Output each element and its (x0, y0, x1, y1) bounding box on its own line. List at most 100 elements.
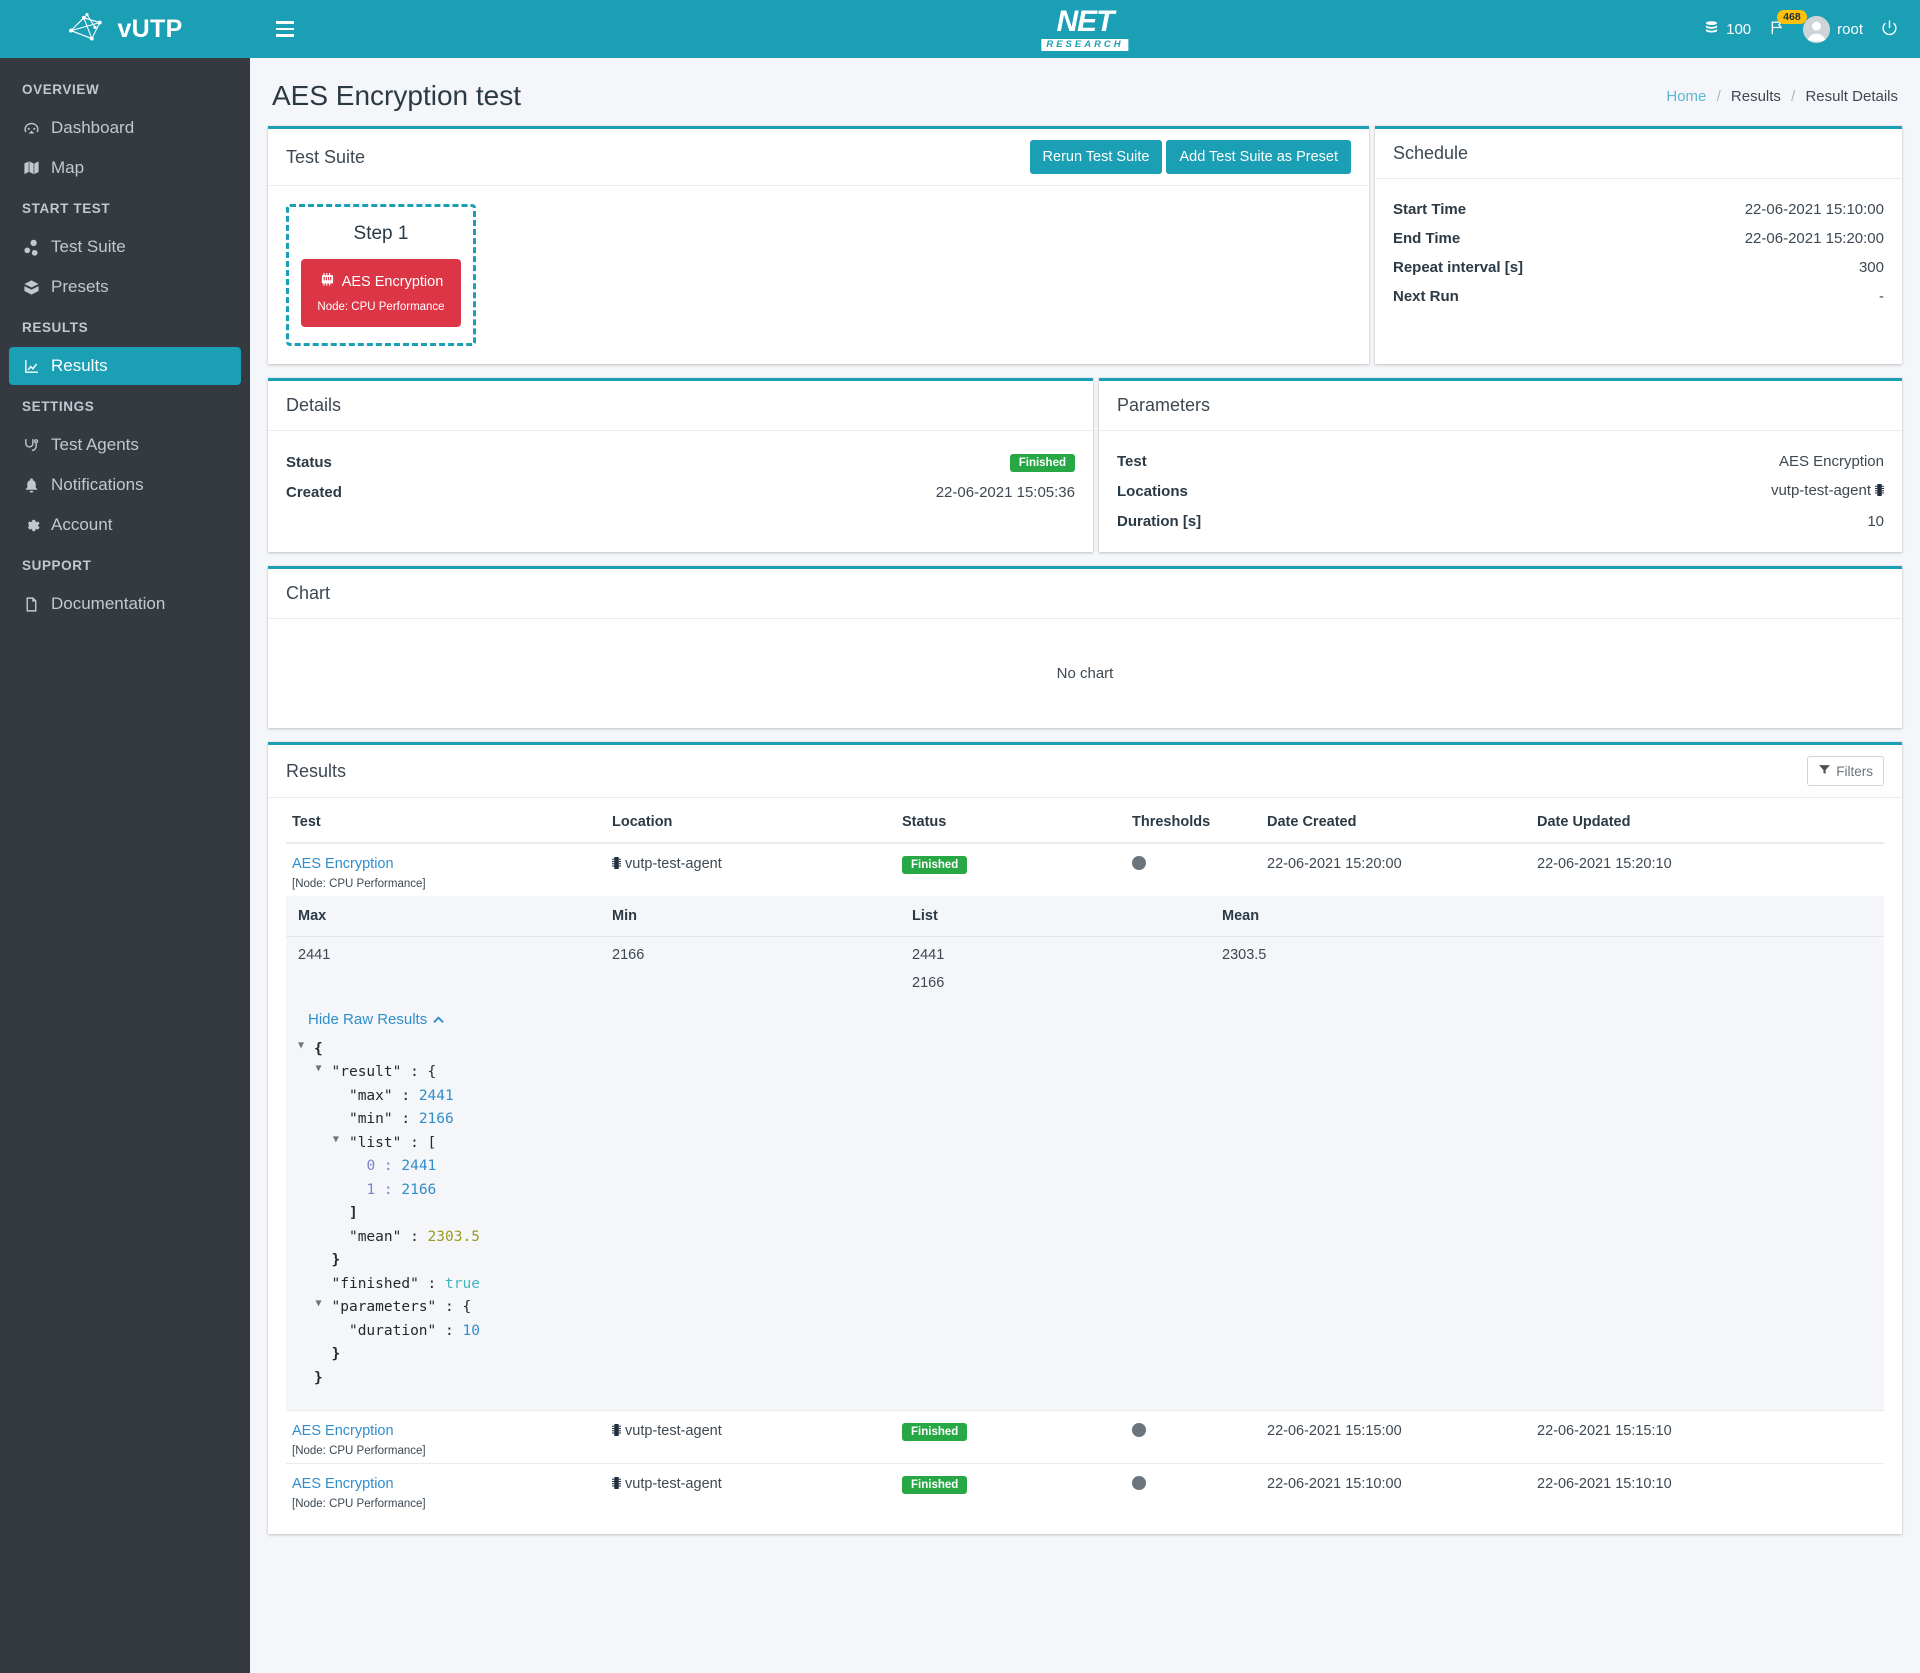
row-value: - (1879, 288, 1884, 305)
hamburger-icon[interactable] (272, 17, 298, 41)
json-line: ▼ "parameters" : { (298, 1296, 1872, 1319)
flags-indicator[interactable]: 468 (1769, 9, 1807, 40)
json-token: "result" : { (331, 1064, 437, 1081)
json-value: 10 (462, 1322, 480, 1339)
table-row[interactable]: AES Encryption [Node: CPU Performance] v… (286, 1463, 1884, 1517)
json-value: 2166 (401, 1181, 437, 1198)
json-token: } (331, 1346, 341, 1363)
details-row-created: Created 22-06-2021 15:05:36 (286, 478, 1075, 507)
metrics-table: Max Min List Mean 2441 2166 2441 2166 23… (286, 896, 1884, 1411)
row-key: Test (1117, 453, 1147, 470)
json-line: "finished" : true (298, 1273, 1872, 1296)
row-key: Repeat interval [s] (1393, 259, 1524, 276)
results-card: Results Filters Test Location Status Thr… (268, 742, 1902, 1535)
user-menu[interactable]: root (1803, 15, 1863, 43)
result-test-link[interactable]: AES Encryption (292, 1423, 600, 1439)
sidebar-item-label: Dashboard (51, 118, 135, 137)
rerun-test-suite-button[interactable]: Rerun Test Suite (1029, 140, 1163, 174)
triangle-down-icon[interactable]: ▼ (298, 1038, 310, 1054)
hide-raw-results-toggle[interactable]: Hide Raw Results (298, 1001, 444, 1034)
metrics-table-body: 2441 2166 2441 2166 2303.5 Hide Raw Resu… (286, 937, 1884, 1411)
main-area: NET RESEARCH 100 468 root AES Encryption… (250, 0, 1920, 1673)
status-badge: Finished (1009, 454, 1075, 472)
cell-test: AES Encryption [Node: CPU Performance] (286, 843, 606, 896)
memory-chip-icon (612, 1476, 621, 1494)
json-value: 2303.5 (427, 1228, 480, 1245)
credits-count: 100 (1726, 20, 1752, 38)
cell-status: Finished (896, 843, 1126, 896)
result-test-link[interactable]: AES Encryption (292, 856, 600, 872)
json-token: } (314, 1369, 323, 1386)
json-token: ] (348, 1205, 358, 1222)
sidebar-item-account[interactable]: Account (9, 506, 241, 544)
table-row[interactable]: AES Encryption [Node: CPU Performance] v… (286, 1410, 1884, 1464)
cell-thresholds (1126, 1410, 1261, 1464)
row-value: 22-06-2021 15:05:36 (935, 484, 1075, 501)
json-value: true (445, 1275, 480, 1292)
sidebar-item-test-suite[interactable]: Test Suite (9, 228, 241, 266)
parameters-row-locations: Locations vutp-test-agent (1117, 476, 1884, 507)
sidebar-nav: OVERVIEW Dashboard Map START TEST Test S… (0, 58, 250, 623)
col-list: List (906, 896, 1216, 937)
results-actions: Filters (1807, 756, 1884, 786)
breadcrumb-home[interactable]: Home (1666, 88, 1706, 105)
sidebar-item-notifications[interactable]: Notifications (9, 466, 241, 504)
triangle-down-icon[interactable]: ▼ (315, 1061, 327, 1077)
schedule-card-header: Schedule (1375, 129, 1902, 179)
json-indent-spacer (298, 1367, 310, 1383)
metrics-table-head: Max Min List Mean (286, 896, 1884, 937)
result-test-link[interactable]: AES Encryption (292, 1476, 600, 1492)
json-value: 2441 (418, 1087, 454, 1104)
filters-button[interactable]: Filters (1807, 756, 1884, 786)
sidebar-item-presets[interactable]: Presets (9, 268, 241, 306)
location-label: vutp-test-agent (625, 1423, 722, 1440)
sidebar-header-settings: SETTINGS (22, 399, 95, 414)
document-icon (21, 596, 41, 613)
cell-date-updated: 22-06-2021 15:10:10 (1531, 1463, 1884, 1517)
table-row-expanded-detail: Max Min List Mean 2441 2166 2441 2166 23… (286, 896, 1884, 1411)
credits-indicator[interactable]: 100 (1704, 20, 1751, 39)
brand-logo-area[interactable]: vUTP (0, 0, 250, 58)
json-indent-spacer (333, 1320, 345, 1336)
sidebar-item-label: Presets (51, 277, 109, 296)
col-max: Max (286, 896, 606, 937)
schedule-row-next-run: Next Run - (1393, 282, 1884, 311)
sidebar-item-dashboard[interactable]: Dashboard (9, 109, 241, 147)
raw-toggle-label: Hide Raw Results (308, 1011, 428, 1028)
cell-location: vutp-test-agent (606, 843, 896, 896)
json-indent-spacer (333, 1108, 345, 1124)
test-suite-actions: Rerun Test Suite Add Test Suite as Prese… (1029, 140, 1351, 174)
json-indent-spacer (315, 1249, 327, 1265)
cell-thresholds (1126, 843, 1261, 896)
sidebar-item-test-agents[interactable]: Test Agents (9, 426, 241, 464)
json-indent-spacer (333, 1085, 345, 1101)
status-badge: Finished (902, 1423, 968, 1442)
row-value: 22-06-2021 15:10:00 (1744, 201, 1884, 218)
json-line: "duration" : 10 (298, 1320, 1872, 1343)
test-block-aes-encryption[interactable]: AES Encryption Node: CPU Performance (301, 259, 461, 327)
test-block-title-row: AES Encryption (311, 273, 451, 291)
sidebar-item-map[interactable]: Map (9, 149, 241, 187)
logout-button[interactable] (1881, 19, 1898, 40)
card-title: Test Suite (286, 146, 366, 167)
sidebar-item-documentation[interactable]: Documentation (9, 585, 241, 623)
row-key: Status (286, 454, 332, 471)
json-line: "max" : 2441 (298, 1085, 1872, 1108)
cell-date-created: 22-06-2021 15:15:00 (1261, 1410, 1531, 1464)
row-key: End Time (1393, 230, 1461, 247)
add-test-suite-as-preset-button[interactable]: Add Test Suite as Preset (1166, 140, 1351, 174)
triangle-down-icon[interactable]: ▼ (333, 1132, 345, 1148)
sidebar-item-results[interactable]: Results (9, 347, 241, 385)
triangle-down-icon[interactable]: ▼ (315, 1296, 327, 1312)
step-label: Step 1 (353, 223, 409, 244)
row-value: 300 (1858, 259, 1884, 276)
results-table: Test Location Status Thresholds Date Cre… (286, 806, 1884, 1517)
breadcrumb-results[interactable]: Results (1731, 88, 1781, 105)
metrics-panel: Max Min List Mean 2441 2166 2441 2166 23… (286, 896, 1884, 1411)
test-suite-card: Test Suite Rerun Test Suite Add Test Sui… (268, 126, 1369, 364)
table-row[interactable]: AES Encryption [Node: CPU Performance] v… (286, 843, 1884, 896)
parameters-row-test: Test AES Encryption (1117, 447, 1884, 476)
test-suite-icon (21, 239, 41, 256)
json-key: "duration" : (348, 1322, 463, 1339)
chart-empty-message: No chart (1056, 665, 1114, 682)
